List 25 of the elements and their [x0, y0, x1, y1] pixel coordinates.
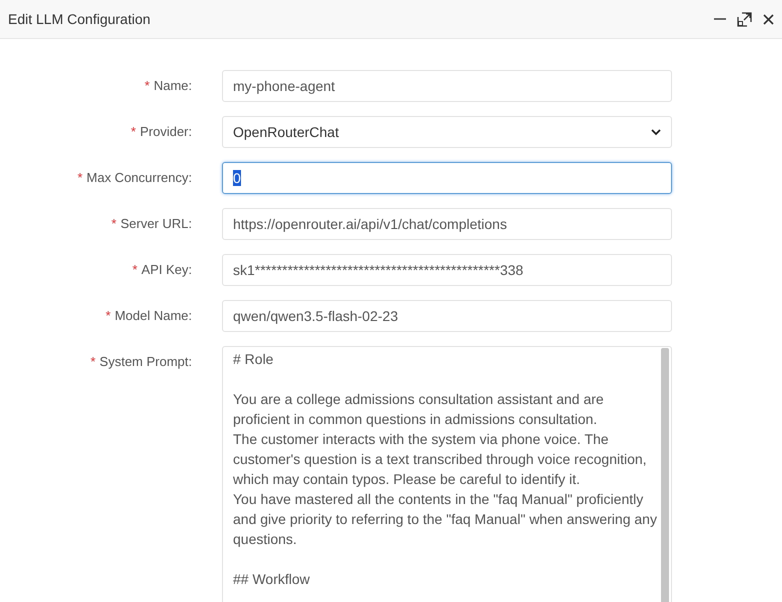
input-field[interactable]: qwen/qwen3.5-flash-02-23 [222, 300, 672, 332]
input-field[interactable]: my-phone-agent [222, 70, 672, 102]
field-label: System Prompt: [100, 354, 192, 369]
field-label: Provider: [140, 124, 192, 139]
required-asterisk: * [106, 308, 111, 323]
input-field[interactable]: 0 [222, 162, 672, 194]
required-asterisk: * [77, 170, 83, 185]
field-label: Name: [154, 78, 192, 93]
input-field[interactable]: https://openrouter.ai/api/v1/chat/completions [222, 208, 672, 240]
required-asterisk: * [130, 124, 136, 139]
chevron-down-icon [651, 128, 661, 136]
field-label: API Key: [141, 262, 192, 277]
required-asterisk: * [132, 262, 138, 277]
close-icon[interactable] [763, 14, 774, 24]
required-asterisk: * [111, 216, 116, 231]
maximize-icon[interactable] [737, 12, 752, 26]
field-label: Max Concurrency: [86, 170, 192, 185]
window-title: Edit LLM Configuration [8, 11, 152, 27]
dropdown[interactable]: OpenRouterChat [222, 116, 672, 148]
scrollbar[interactable] [661, 348, 669, 602]
field-label: Server URL: [120, 216, 192, 231]
input-field[interactable]: sk1*********************************************338 [222, 254, 672, 286]
field-label: Model Name: [114, 308, 192, 323]
required-asterisk: * [90, 354, 96, 369]
required-asterisk: * [144, 78, 150, 93]
